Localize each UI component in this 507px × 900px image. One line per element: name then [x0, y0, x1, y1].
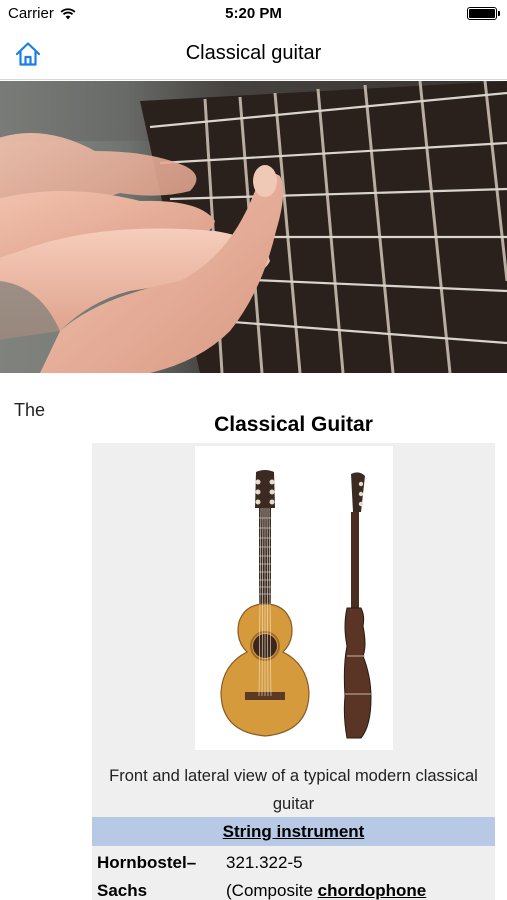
chordophone-link[interactable]: chordophone: [318, 881, 427, 900]
string-instrument-link[interactable]: String instrument: [223, 822, 365, 841]
infobox-row-value: 321.322-5 (Composite chordophone: [226, 849, 491, 900]
battery-level: [469, 9, 495, 18]
classification-number: 321.322-5: [226, 853, 303, 872]
article-lead-text: The: [14, 400, 46, 420]
guitar-side-view: [343, 472, 372, 739]
navigation-bar: Classical guitar: [0, 28, 507, 80]
infobox-section-header[interactable]: String instrument: [92, 817, 495, 846]
hero-image: [0, 81, 507, 373]
classification-description: (Composite chordophone: [226, 877, 491, 900]
battery-icon: [467, 7, 500, 20]
guitar-fretboard-photo: [0, 81, 507, 373]
clock: 5:20 PM: [225, 5, 282, 22]
guitar-front-side-image: [220, 470, 372, 739]
classification-prefix: (Composite: [226, 881, 318, 900]
guitar-front-view: [220, 470, 310, 737]
page-title: Classical guitar: [185, 42, 322, 64]
infobox: Front and lateral view of a typical mode…: [92, 443, 495, 900]
infobox-image[interactable]: [195, 446, 393, 750]
infobox-title: Classical Guitar: [214, 413, 373, 436]
infobox-image-caption: Front and lateral view of a typical mode…: [109, 767, 478, 813]
infobox-row-label: Hornbostel–Sachs: [97, 853, 197, 900]
status-bar: Carrier 5:20 PM: [0, 0, 507, 28]
